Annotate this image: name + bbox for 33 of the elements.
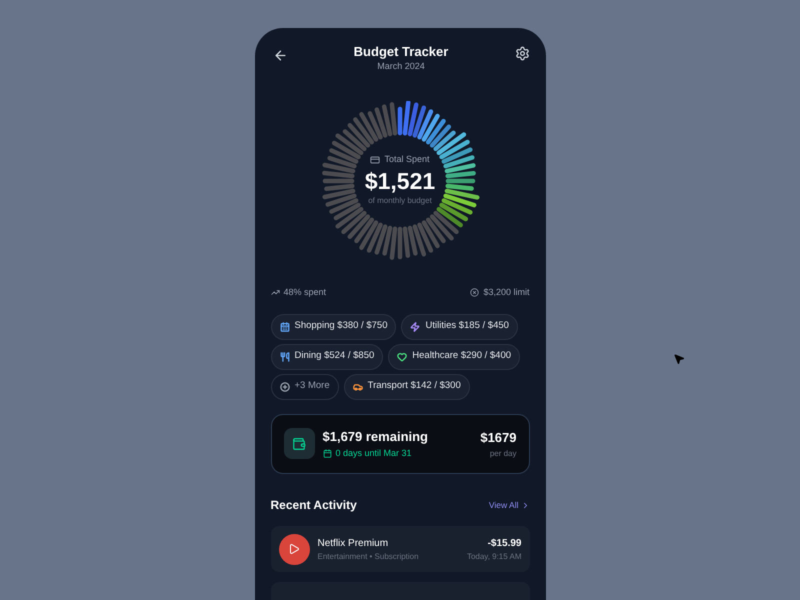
trend-up-icon — [270, 288, 280, 298]
transaction-detail: Entertainment • Subscription — [318, 550, 420, 562]
total-spent-amount: $1,521 — [364, 166, 436, 195]
category-chip[interactable]: Healthcare $290 / $400 — [388, 344, 520, 370]
limit-icon — [470, 288, 480, 298]
more-categories-chip[interactable]: +3 More — [270, 374, 339, 400]
wallet-icon — [292, 436, 306, 451]
category-chip[interactable]: Shopping $380 / $750 — [270, 314, 396, 340]
play-icon — [288, 543, 300, 555]
budget-limit: $3,200 limit — [483, 286, 530, 300]
transaction-time: Today, 9:15 AM — [466, 550, 522, 562]
transaction-name: Netflix Premium — [318, 536, 390, 550]
back-icon[interactable] — [272, 48, 288, 63]
category-chip[interactable]: Dining $524 / $850 — [270, 344, 384, 370]
days-left: 0 days until Mar 31 — [336, 446, 412, 460]
transaction-amount: -$15.99 — [488, 536, 522, 550]
category-chip[interactable]: Transport $142 / $300 — [344, 374, 470, 400]
card-icon — [370, 154, 380, 165]
view-all-link[interactable]: View All — [488, 498, 530, 512]
remaining-amount: $1,679 remaining — [322, 428, 429, 446]
per-day-amount: $1679 — [480, 429, 516, 448]
category-chip[interactable]: Utilities $185 / $450 — [401, 314, 518, 340]
per-day-label: per day — [490, 448, 516, 460]
month-subtitle: March 2024 — [377, 60, 425, 73]
total-spent-label: Total Spent — [384, 153, 430, 166]
cursor-icon — [673, 353, 685, 365]
settings-icon[interactable] — [514, 46, 530, 61]
app-title: Budget Tracker — [354, 44, 448, 60]
calendar-icon — [322, 449, 332, 458]
section-title: Recent Activity — [270, 497, 357, 514]
transaction-row[interactable]: Netflix Premium Entertainment • Subscription -$15.99 Today, 9:15 AM — [270, 526, 530, 572]
spent-percent: 48% spent — [284, 286, 326, 300]
budget-caption: of monthly budget — [368, 194, 432, 207]
